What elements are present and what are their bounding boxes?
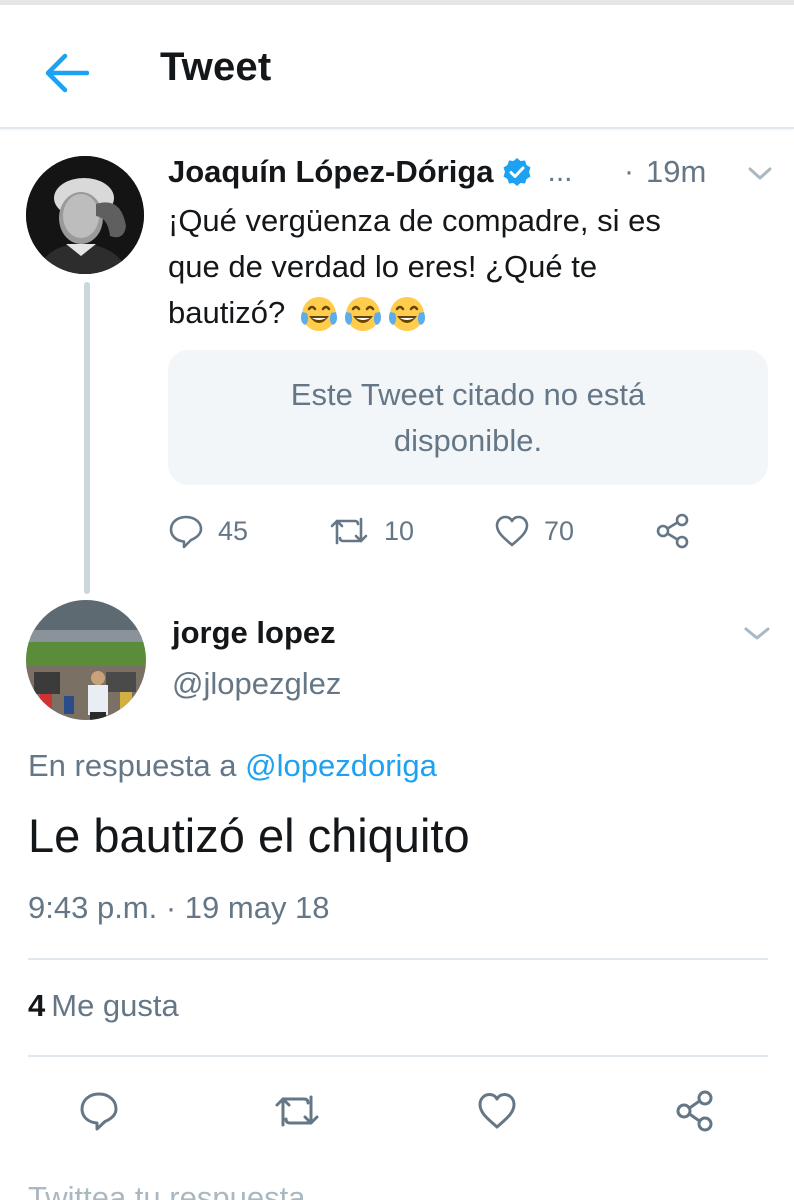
likes-count: 4 — [28, 988, 46, 1023]
share-icon — [656, 513, 689, 549]
reply-input[interactable]: Twittea tu respuesta — [28, 1180, 305, 1200]
main-tweet-actions — [0, 1084, 794, 1138]
like-count: 70 — [544, 515, 575, 546]
main-retweet-button[interactable] — [270, 1084, 324, 1138]
face-with-tears-of-joy-icon — [300, 296, 337, 331]
reply-context: En respuesta a @lopezdoriga — [28, 748, 437, 784]
avatar-lopezdoriga[interactable] — [26, 156, 144, 274]
heart-icon — [495, 515, 529, 547]
retweet-count: 10 — [384, 515, 415, 546]
parent-tweet-line-3-wrap: bautizó? — [168, 290, 768, 336]
retweet-icon — [275, 1095, 319, 1127]
chevron-down-icon — [744, 627, 770, 640]
quoted-tweet-unavailable[interactable]: Este Tweet citado no está disponible. — [168, 350, 768, 485]
avatar-jlopezglez[interactable] — [26, 600, 146, 720]
parent-tweet-text: ¡Qué vergüenza de compadre, si es que de… — [168, 198, 768, 336]
main-author-handle[interactable]: @jlopezglez — [172, 666, 341, 702]
main-share-button[interactable] — [668, 1084, 722, 1138]
verified-badge-icon — [502, 157, 532, 187]
main-author-name[interactable]: jorge lopez — [172, 615, 336, 651]
main-reply-button[interactable] — [72, 1084, 126, 1138]
main-tweet-timestamp: 9:43 p.m. · 19 may 18 — [28, 890, 330, 925]
retweet-button[interactable]: 10 — [328, 506, 414, 556]
parent-tweet-actions: 45 10 70 — [168, 506, 728, 556]
face-with-tears-of-joy-icon — [344, 296, 381, 331]
share-icon — [676, 1090, 713, 1132]
reply-count: 45 — [218, 515, 249, 546]
back-button[interactable] — [40, 49, 92, 97]
parent-tweet-menu-button[interactable] — [746, 164, 774, 184]
page-title: Tweet — [160, 45, 272, 89]
avatar-stadium-photo-icon — [26, 600, 146, 720]
reply-icon — [169, 515, 203, 549]
thread-connector-line — [84, 282, 90, 594]
reply-handle-link[interactable]: @lopezdoriga — [245, 748, 437, 783]
main-tweet-menu-button[interactable] — [742, 624, 772, 644]
heart-icon — [478, 1093, 516, 1129]
parent-tweet-line-1: ¡Qué vergüenza de compadre, si es — [168, 203, 661, 238]
likes-summary[interactable]: 4 Me gusta — [28, 988, 179, 1024]
reply-button[interactable]: 45 — [168, 506, 248, 556]
divider — [28, 1055, 768, 1057]
parent-author-name[interactable]: Joaquín López-Dóriga — [168, 154, 494, 190]
avatar-photo-icon — [26, 156, 144, 274]
share-button[interactable] — [654, 506, 692, 556]
parent-tweet-author-row: Joaquín López-Dóriga ... · 19m — [168, 150, 778, 194]
chevron-down-icon — [748, 167, 772, 180]
quoted-tweet-message: Este Tweet citado no está disponible. — [290, 376, 646, 458]
main-tweet-text: Le bautizó el chiquito — [28, 809, 470, 862]
back-arrow-icon — [45, 53, 89, 93]
likes-label: Me gusta — [51, 988, 179, 1023]
author-ellipsis: ... — [547, 155, 573, 188]
face-with-tears-of-joy-icon — [388, 296, 425, 331]
parent-tweet-time[interactable]: 19m — [646, 154, 706, 190]
like-button[interactable]: 70 — [494, 506, 574, 556]
reply-prefix: En respuesta a — [28, 748, 237, 783]
parent-tweet-line-2: que de verdad lo eres! ¿Qué te — [168, 249, 598, 284]
divider — [28, 958, 768, 960]
emoji-row — [298, 294, 428, 336]
retweet-icon — [330, 517, 368, 545]
reply-icon — [80, 1092, 118, 1131]
parent-tweet-line-3: bautizó? — [168, 295, 286, 330]
app-header: Tweet — [0, 5, 794, 129]
main-like-button[interactable] — [470, 1084, 524, 1138]
time-separator: · — [624, 155, 634, 188]
